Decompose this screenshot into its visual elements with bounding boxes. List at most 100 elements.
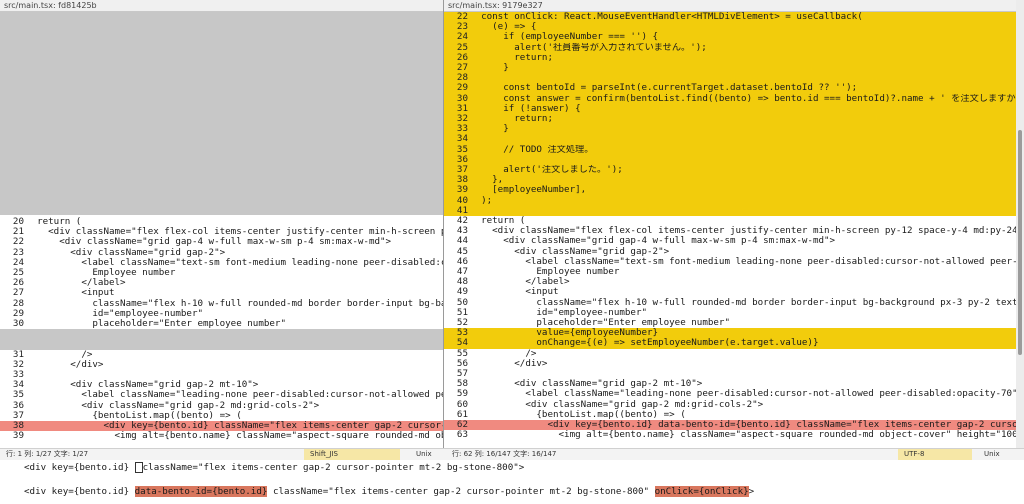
code-line[interactable]: 45 <div className="grid gap-2"> [444,247,1016,257]
left-encoding[interactable]: Shift_JIS [304,449,400,460]
code-line[interactable]: 22 <div className="grid gap-4 w-full max… [0,237,443,247]
code-line[interactable]: 36 [444,154,1016,165]
code-line[interactable]: 23 (e) => { [444,22,1016,33]
placeholder-gap-line[interactable] [0,339,443,350]
line-number: 34 [12,380,24,391]
code-line[interactable]: 40 ); [444,195,1016,206]
code-line[interactable]: 62 <div key={bento.id} data-bento-id={be… [444,420,1016,431]
right-eol[interactable]: Unix [984,449,1000,460]
code-line[interactable]: 60 <div className="grid gap-2 md:grid-co… [444,400,1016,410]
code-line[interactable]: 51 id="employee-number" [444,308,1016,318]
code-line[interactable]: 42 return ( [444,216,1016,226]
code-text: <label className="leading-none peer-disa… [525,389,1016,400]
right-editor-pane[interactable]: src/main.tsx: 9179e327 22 const onClick:… [444,0,1016,448]
code-line[interactable]: 37 {bentoList.map((bento) => ( [0,411,443,421]
code-text: } [470,63,509,73]
code-line[interactable]: 54 onChange={(e) => setEmployeeNumber(e.… [444,338,1016,349]
code-text: <label className="text-sm font-medium le… [26,257,443,268]
line-number: 38 [12,421,24,431]
code-line[interactable]: 31 if (!answer) { [444,103,1016,114]
code-line[interactable]: 21 <div className="flex flex-col items-c… [0,227,443,237]
code-text: className="flex h-10 w-full rounded-md b… [26,298,443,309]
code-line[interactable]: 26 return; [444,52,1016,63]
code-line[interactable]: 56 </div> [444,359,1016,369]
code-line[interactable]: 35 // TODO 注文処理。 [444,144,1016,155]
code-line[interactable]: 44 <div className="grid gap-4 w-full max… [444,236,1016,246]
code-line[interactable]: 35 <label className="leading-none peer-d… [0,390,443,400]
code-line[interactable]: 39 [employeeNumber], [444,185,1016,196]
code-line[interactable]: 37 alert('注文しました。'); [444,165,1016,176]
code-line[interactable]: 29 const bentoId = parseInt(e.currentTar… [444,83,1016,94]
code-line[interactable]: 46 <label className="text-sm font-medium… [444,257,1016,267]
code-line[interactable]: 38 <div key={bento.id} className="flex i… [0,421,443,432]
line-number: 26 [456,52,468,63]
code-text: Employee number [26,268,176,278]
code-text: <input [470,287,559,298]
diff-right-middle: className="flex items-center gap-2 curso… [267,486,655,497]
left-editor-pane[interactable]: src/main.tsx: fd81425b 20 return (21 <di… [0,0,443,448]
code-text: (e) => { [470,22,537,33]
code-line[interactable]: 47 Employee number [444,267,1016,277]
code-line[interactable]: 50 className="flex h-10 w-full rounded-m… [444,298,1016,308]
code-line[interactable]: 25 Employee number [0,268,443,278]
code-line[interactable]: 29 id="employee-number" [0,309,443,319]
code-line[interactable]: 43 <div className="flex flex-col items-c… [444,226,1016,236]
code-line[interactable]: 55 /> [444,349,1016,359]
right-pane-title: src/main.tsx: 9179e327 [444,0,1016,12]
code-line[interactable]: 49 <input [444,287,1016,297]
line-number: 50 [456,297,468,308]
code-line[interactable]: 30 const answer = confirm(bentoList.find… [444,93,1016,104]
code-line[interactable]: 24 if (employeeNumber === '') { [444,32,1016,43]
code-line[interactable]: 22 const onClick: React.MouseEventHandle… [444,12,1016,23]
code-line[interactable]: 27 } [444,63,1016,74]
diff-added-onclick: onClick={onClick} [654,486,749,497]
code-line[interactable]: 34 [444,134,1016,145]
line-number: 29 [12,308,24,319]
code-line[interactable]: 39 <img alt={bento.name} className="aspe… [0,431,443,441]
vertical-scrollbar[interactable] [1016,0,1024,448]
code-line[interactable]: 30 placeholder="Enter employee number" [0,319,443,329]
line-number: 30 [456,93,468,104]
code-line[interactable]: 26 </label> [0,278,443,288]
code-line[interactable]: 58 <div className="grid gap-2 mt-10"> [444,379,1016,389]
code-line[interactable]: 36 <div className="grid gap-2 md:grid-co… [0,401,443,411]
code-line[interactable]: 20 return ( [0,217,443,227]
line-number: 35 [12,390,24,401]
code-text: [employeeNumber], [470,185,587,196]
code-line[interactable]: 53 value={employeeNumber} [444,328,1016,339]
code-text: const onClick: React.MouseEventHandler<H… [470,12,863,22]
code-line[interactable]: 34 <div className="grid gap-2 mt-10"> [0,380,443,390]
code-line[interactable]: 23 <div className="grid gap-2"> [0,248,443,258]
placeholder-gap-line[interactable] [0,329,443,340]
code-line[interactable]: 32 </div> [0,360,443,370]
scrollbar-thumb[interactable] [1018,130,1022,355]
code-text: </div> [470,358,548,369]
code-text: alert('注文しました。'); [470,165,623,175]
right-encoding[interactable]: UTF-8 [898,449,972,460]
code-line[interactable]: 41 [444,205,1016,216]
line-number: 27 [456,63,468,73]
code-line[interactable]: 61 {bentoList.map((bento) => ( [444,410,1016,420]
code-line[interactable]: 33 } [444,124,1016,135]
code-line[interactable]: 57 [444,369,1016,379]
code-line[interactable]: 38 }, [444,175,1016,186]
code-line[interactable]: 31 /> [0,350,443,360]
code-line[interactable]: 33 [0,370,443,380]
code-text: return; [470,52,553,63]
diff-left-line: <div key={bento.id} className="flex item… [24,462,524,474]
line-number: 21 [12,227,24,238]
code-line[interactable]: 27 <input [0,288,443,298]
code-line[interactable]: 28 className="flex h-10 w-full rounded-m… [0,299,443,309]
code-line[interactable]: 59 <label className="leading-none peer-d… [444,389,1016,399]
code-line[interactable]: 28 [444,73,1016,84]
code-line[interactable]: 48 </label> [444,277,1016,287]
code-line[interactable]: 32 return; [444,114,1016,125]
code-text: <div key={bento.id} data-bento-id={bento… [547,420,1016,430]
code-text: return ( [470,216,526,226]
line-number: 46 [456,256,468,267]
left-eol[interactable]: Unix [416,449,432,460]
code-line[interactable]: 25 alert('社員番号が入力されていません。'); [444,42,1016,53]
code-line[interactable]: 63 <img alt={bento.name} className="aspe… [444,430,1016,440]
code-line[interactable]: 52 placeholder="Enter employee number" [444,318,1016,328]
code-line[interactable]: 24 <label className="text-sm font-medium… [0,258,443,268]
